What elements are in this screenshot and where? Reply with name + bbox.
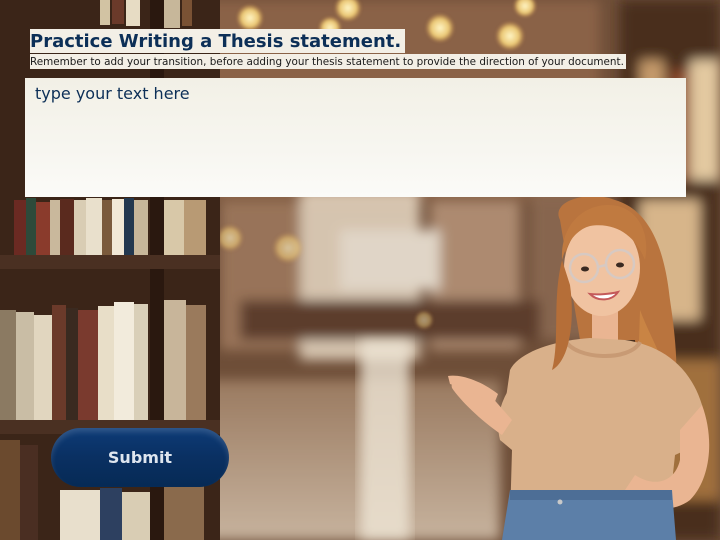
instruction-text: Remember to add your transition, before … bbox=[30, 55, 624, 68]
slide-stage: Practice Writing a Thesis statement. Rem… bbox=[0, 0, 720, 540]
instruction-banner: Remember to add your transition, before … bbox=[30, 54, 626, 69]
page-title: Practice Writing a Thesis statement. bbox=[30, 30, 402, 52]
thesis-text-input[interactable] bbox=[25, 78, 686, 197]
title-banner: Practice Writing a Thesis statement. bbox=[30, 29, 406, 53]
woman-presenting-image bbox=[448, 196, 710, 540]
submit-button[interactable]: Submit bbox=[51, 428, 229, 487]
